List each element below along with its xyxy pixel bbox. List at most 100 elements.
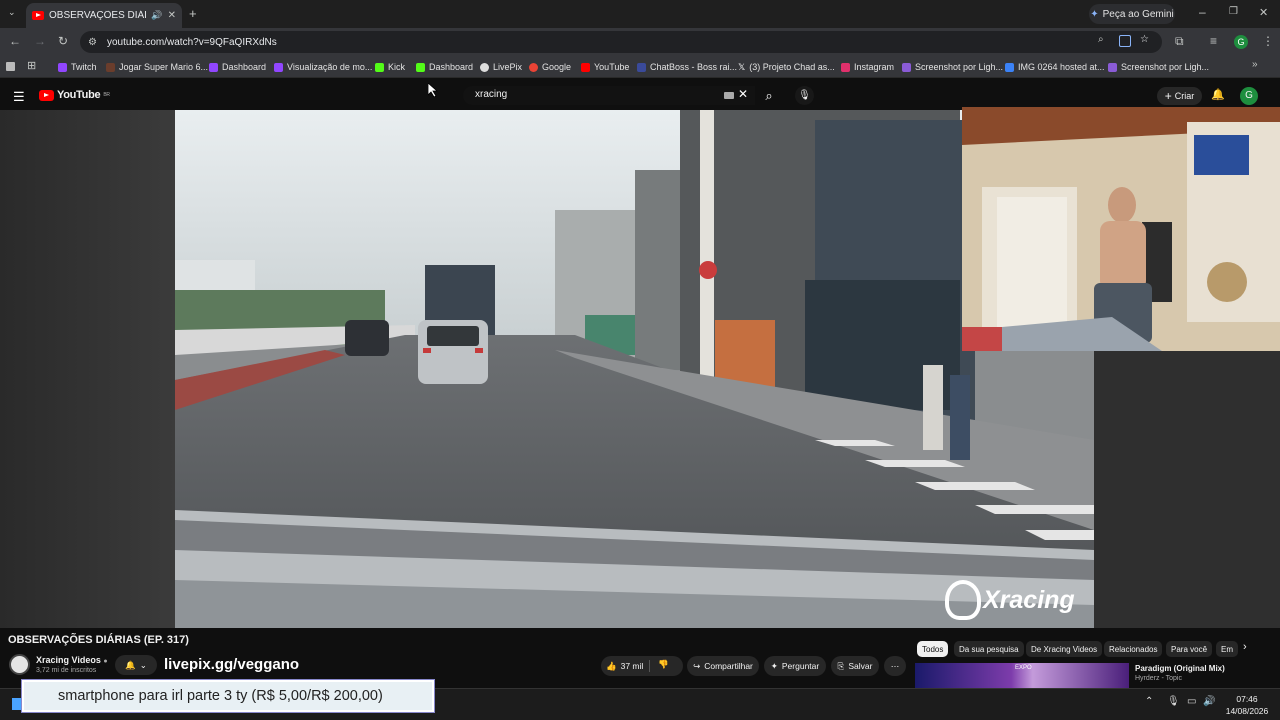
ask-gemini-label: Peça ao Gemini: [1102, 8, 1174, 20]
keyboard-icon[interactable]: [724, 92, 734, 99]
channel-name[interactable]: Xracing Videos ●: [36, 655, 108, 665]
save-button[interactable]: ⎘ Salvar: [831, 656, 879, 676]
lightshot-icon: [1108, 62, 1117, 72]
search-button[interactable]: ⌕: [755, 86, 783, 105]
bookmark-star-icon[interactable]: ☆: [1140, 34, 1149, 45]
instagram-icon: [841, 62, 850, 72]
apps-icon[interactable]: [6, 62, 15, 71]
ask-label: Perguntar: [781, 661, 820, 671]
back-icon[interactable]: ←: [9, 34, 21, 48]
bookmark-label: Google: [542, 62, 572, 72]
bookmark-item[interactable]: YouTube: [581, 60, 629, 74]
twitch-icon: [274, 62, 283, 72]
video-frame[interactable]: Xracing: [175, 110, 1094, 628]
restore-icon[interactable]: ❐: [1229, 6, 1238, 17]
cast-icon[interactable]: [1119, 35, 1131, 47]
account-avatar[interactable]: G: [1240, 87, 1258, 105]
bookmark-item[interactable]: Visualização de mo...: [274, 60, 372, 74]
bookmark-item[interactable]: 𝕏 (3) Projeto Chad as...: [738, 60, 835, 74]
url-text: youtube.com/watch?v=9QFaQIRXdNs: [106, 36, 277, 48]
chip-from-channel[interactable]: De Xracing Videos: [1026, 641, 1103, 657]
youtube-play-icon: [39, 89, 54, 101]
clear-search-icon[interactable]: ✕: [738, 87, 748, 101]
subscriber-count: 3,72 mi de inscritos: [36, 667, 97, 674]
tab-search-icon[interactable]: ⌄: [8, 7, 16, 18]
voice-search-button[interactable]: 🎙: [795, 86, 814, 105]
bookmark-item[interactable]: Screenshot por Ligh...: [1108, 60, 1209, 74]
thumbs-down-icon[interactable]: 👎: [658, 659, 669, 670]
tab-audio-icon[interactable]: 🔊: [151, 10, 162, 21]
like-dislike-group: 👍 37 mil 👎: [601, 656, 683, 676]
related-video-channel[interactable]: Hyrderz - Topic: [1135, 675, 1182, 682]
sparkle-icon: ✦: [770, 660, 778, 671]
bookmark-label: Dashboard: [222, 62, 267, 72]
chip-more[interactable]: Em: [1216, 641, 1238, 657]
more-bookmarks-icon[interactable]: »: [1252, 59, 1258, 70]
minimize-icon[interactable]: –: [1199, 5, 1206, 19]
forward-icon[interactable]: →: [34, 34, 46, 48]
ask-button[interactable]: ✦ Perguntar: [764, 656, 826, 676]
bookmark-item[interactable]: IMG 0264 hosted at...: [1005, 60, 1105, 74]
bookmark-item[interactable]: Instagram: [841, 60, 894, 74]
notifications-bell-icon[interactable]: 🔔: [1211, 88, 1225, 101]
bookmark-item[interactable]: Google: [529, 60, 571, 74]
window-close-icon[interactable]: ✕: [1259, 6, 1268, 19]
zoom-icon[interactable]: ⌕: [1098, 34, 1104, 45]
share-label: Compartilhar: [704, 661, 753, 671]
related-video-title[interactable]: Paradigm (Original Mix): [1135, 664, 1225, 673]
bookmark-item[interactable]: Twitch: [58, 60, 97, 74]
share-button[interactable]: ↪ Compartilhar: [687, 656, 759, 676]
extensions-icon[interactable]: ⧉: [1175, 34, 1184, 49]
youtube-logo[interactable]: YouTube BR: [39, 89, 110, 101]
bookmark-label: LivePix: [493, 62, 523, 72]
bookmark-label: Screenshot por Ligh...: [915, 62, 1004, 72]
chrome-menu-icon[interactable]: ⋮: [1262, 34, 1274, 48]
bookmark-label: Jogar Super Mario 6...: [119, 62, 209, 72]
new-tab-icon[interactable]: +: [189, 6, 197, 21]
browser-tab-active[interactable]: OBSERVAÇÕES DIÁRIAS (EP. 317) 🔊 ✕: [26, 3, 182, 28]
search-input[interactable]: xracing ✕: [463, 86, 755, 105]
site-info-icon[interactable]: ⚙: [88, 37, 97, 48]
tray-mic-icon[interactable]: 🎙: [1167, 696, 1180, 707]
like-count[interactable]: 37 mil: [621, 661, 644, 671]
video-title: OBSERVAÇÕES DIÁRIAS (EP. 317): [8, 634, 189, 646]
tab-groups-icon[interactable]: ⊞: [27, 59, 36, 72]
chip-for-you[interactable]: Para você: [1166, 641, 1213, 657]
search-query: xracing: [475, 89, 508, 100]
tray-chevron-icon[interactable]: ⌃: [1145, 696, 1153, 707]
bookmark-item[interactable]: Screenshot por Ligh...: [902, 60, 1003, 74]
tab-close-icon[interactable]: ✕: [168, 10, 176, 21]
bookmark-item[interactable]: LivePix: [480, 60, 522, 74]
bookmark-item[interactable]: Dashboard: [209, 60, 266, 74]
tray-network-icon[interactable]: ▭: [1187, 696, 1196, 707]
create-button[interactable]: + Criar: [1157, 87, 1202, 105]
tray-volume-icon[interactable]: 🔊: [1203, 696, 1215, 707]
chips-next-icon[interactable]: ›: [1243, 641, 1247, 653]
chip-all[interactable]: Todos: [917, 641, 949, 657]
xracing-helmet-icon: [945, 580, 981, 620]
profile-avatar[interactable]: G: [1234, 35, 1248, 49]
media-control-icon[interactable]: ≡: [1210, 34, 1217, 48]
chip-related[interactable]: Relacionados: [1104, 641, 1163, 657]
bookmark-item[interactable]: Jogar Super Mario 6...: [106, 60, 208, 74]
lightshot-icon: [902, 62, 911, 72]
chip-from-search[interactable]: Da sua pesquisa: [954, 641, 1024, 657]
ask-gemini-button[interactable]: ✦ Peça ao Gemini: [1089, 4, 1175, 24]
bookmark-item[interactable]: ChatBoss - Boss rai...: [637, 60, 737, 74]
thumbs-up-icon[interactable]: 👍: [606, 661, 617, 672]
bookmark-item[interactable]: Kick: [375, 60, 405, 74]
mouse-cursor-icon: [428, 83, 438, 97]
channel-avatar[interactable]: [9, 654, 30, 675]
gemini-sparkle-icon: ✦: [1090, 8, 1099, 20]
bookmark-label: IMG 0264 hosted at...: [1018, 62, 1105, 72]
bookmark-item[interactable]: Dashboard: [416, 60, 473, 74]
subscribed-button[interactable]: 🔔 ⌄: [115, 655, 157, 675]
share-icon: ↪: [693, 660, 701, 671]
bookmark-label: Visualização de mo...: [287, 62, 373, 72]
taskbar-clock[interactable]: 07:46 14/08/2026: [1217, 693, 1277, 717]
hamburger-menu-icon[interactable]: ☰: [13, 89, 25, 105]
address-bar[interactable]: ⚙ youtube.com/watch?v=9QFaQIRXdNs ⌕ ☆: [80, 31, 1162, 53]
twitch-icon: [58, 62, 67, 72]
more-actions-button[interactable]: ⋯: [884, 656, 906, 676]
reload-icon[interactable]: ↻: [58, 34, 68, 48]
